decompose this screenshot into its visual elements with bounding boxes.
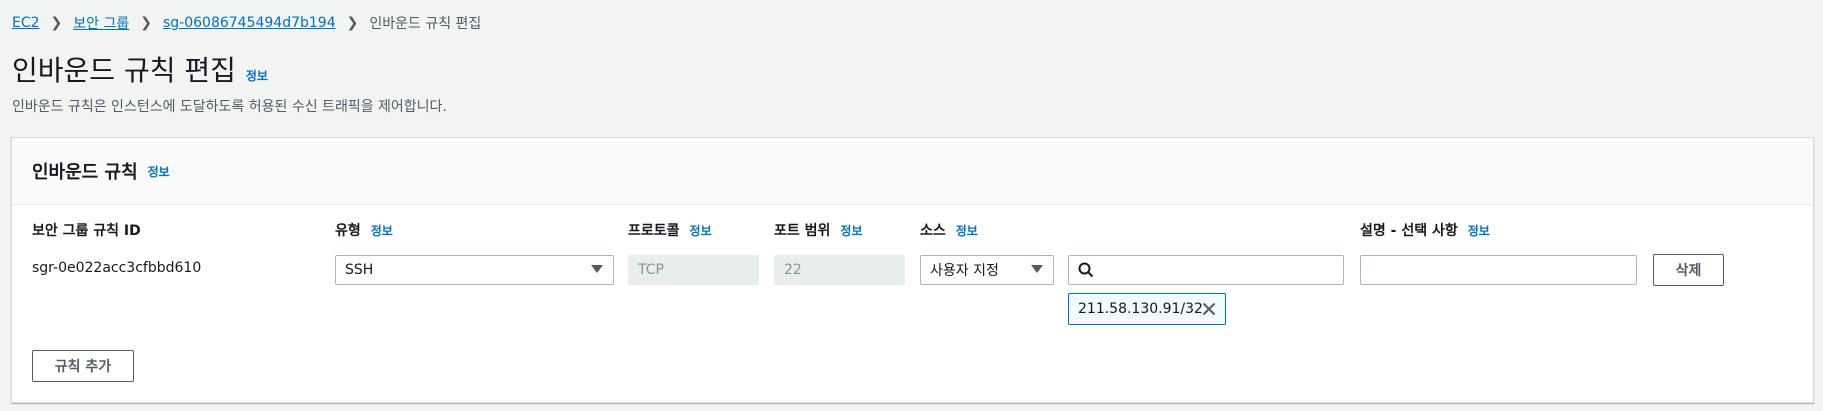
column-description: 설명 - 선택 사항 정보 xyxy=(1360,220,1490,240)
breadcrumb-ec2[interactable]: EC2 xyxy=(12,15,40,31)
close-icon[interactable] xyxy=(1202,302,1216,316)
source-info-link[interactable]: 정보 xyxy=(956,222,978,239)
page-header: 인바운드 규칙 편집 정보 xyxy=(12,49,268,89)
caret-down-icon xyxy=(1031,265,1043,273)
protocol-input: TCP xyxy=(628,255,759,285)
panel-info-link[interactable]: 정보 xyxy=(148,163,170,180)
description-input[interactable] xyxy=(1360,255,1637,285)
page-description: 인바운드 규칙은 인스턴스에 도달하도록 허용된 수신 트래픽을 제어합니다. xyxy=(12,99,447,115)
protocol-value: TCP xyxy=(638,262,664,278)
source-search-input[interactable] xyxy=(1068,255,1344,285)
column-description-label: 설명 - 선택 사항 xyxy=(1360,223,1458,239)
page-info-link[interactable]: 정보 xyxy=(246,67,268,84)
port-range-info-link[interactable]: 정보 xyxy=(840,222,862,239)
column-protocol-label: 프로토콜 xyxy=(628,223,680,239)
panel-title: 인바운드 규칙 xyxy=(32,162,138,183)
type-select-value: SSH xyxy=(345,262,374,278)
type-info-link[interactable]: 정보 xyxy=(371,222,393,239)
column-source-label: 소스 xyxy=(920,223,946,239)
delete-button-label: 삭제 xyxy=(1675,263,1702,279)
delete-button[interactable]: 삭제 xyxy=(1653,254,1724,286)
breadcrumb-current: 인바운드 규칙 편집 xyxy=(369,16,482,32)
source-cidr-token: 211.58.130.91/32 xyxy=(1068,293,1226,325)
column-rule-id: 보안 그룹 규칙 ID xyxy=(32,220,141,240)
page-title: 인바운드 규칙 편집 xyxy=(12,54,236,87)
type-select[interactable]: SSH xyxy=(335,255,614,285)
column-port-range-label: 포트 범위 xyxy=(774,223,831,239)
protocol-info-link[interactable]: 정보 xyxy=(690,222,712,239)
search-icon xyxy=(1078,262,1094,278)
source-type-select[interactable]: 사용자 지정 xyxy=(920,255,1054,285)
column-source: 소스 정보 xyxy=(920,220,978,240)
column-type: 유형 정보 xyxy=(335,220,393,240)
source-cidr-value: 211.58.130.91/32 xyxy=(1078,301,1203,317)
port-range-value: 22 xyxy=(784,262,802,278)
column-rule-id-label: 보안 그룹 규칙 ID xyxy=(32,223,141,239)
chevron-right-icon: ❯ xyxy=(50,15,63,31)
breadcrumb-security-group-id[interactable]: sg-06086745494d7b194 xyxy=(163,15,336,31)
caret-down-icon xyxy=(591,265,603,273)
inbound-rules-panel: 인바운드 규칙 정보 보안 그룹 규칙 ID 유형 정보 프로토콜 정보 포트 … xyxy=(11,137,1814,403)
column-protocol: 프로토콜 정보 xyxy=(628,220,712,240)
rule-id-value: sgr-0e022acc3cfbbd610 xyxy=(32,260,202,276)
source-type-value: 사용자 지정 xyxy=(930,263,999,279)
chevron-right-icon: ❯ xyxy=(140,15,152,31)
add-rule-button[interactable]: 규칙 추가 xyxy=(32,350,134,382)
column-port-range: 포트 범위 정보 xyxy=(774,220,863,240)
add-rule-button-label: 규칙 추가 xyxy=(54,359,112,375)
description-info-link[interactable]: 정보 xyxy=(1468,222,1490,239)
port-range-input: 22 xyxy=(774,255,905,285)
breadcrumb-security-groups[interactable]: 보안 그룹 xyxy=(73,13,129,33)
chevron-right-icon: ❯ xyxy=(346,15,359,31)
panel-header: 인바운드 규칙 정보 xyxy=(12,138,1813,205)
breadcrumb: EC2 ❯ 보안 그룹 ❯ sg-06086745494d7b194 ❯ 인바운… xyxy=(12,13,481,33)
column-type-label: 유형 xyxy=(335,223,361,239)
